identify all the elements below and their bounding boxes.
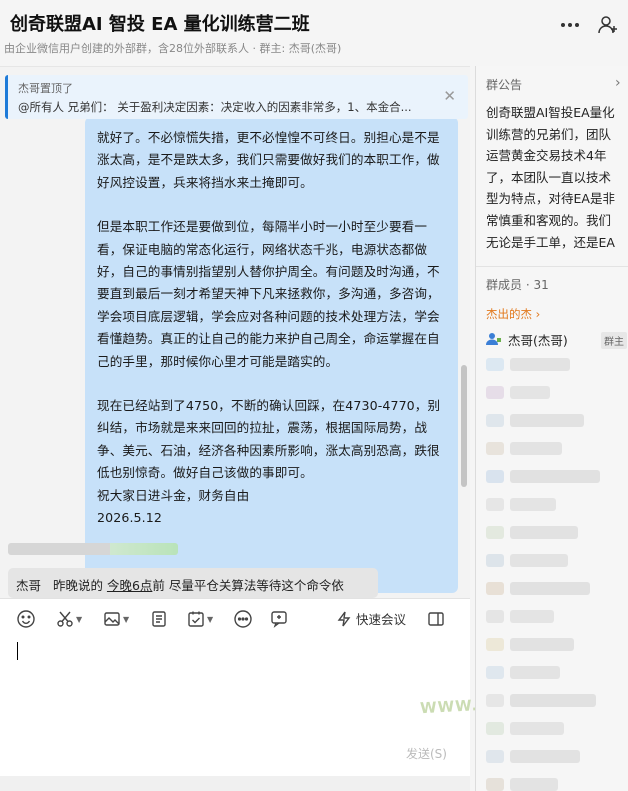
chat-area: 杰哥置顶了 @所有人 兄弟们： 关于盈利决定因素：决定收入的因素非常多，1、本金… <box>0 66 470 598</box>
message-date: 2026.5.12 <box>97 510 162 526</box>
input-toolbar: ▼ ▼ ▼ 快速会议 <box>0 599 470 639</box>
group-title: 创奇联盟AI 智投 EA 量化训练营二班 <box>10 14 310 35</box>
message-paragraph: 就好了。不必惊慌失措，更不必惶惶不可终日。别担心是不是涨太高，是不是跌太多，我们… <box>97 130 440 190</box>
blurred-sender-line <box>8 543 178 555</box>
chevron-right-icon[interactable]: › <box>615 75 621 91</box>
sidebar-toggle-icon[interactable] <box>427 609 445 629</box>
emoji-icon[interactable] <box>16 609 36 629</box>
message-paragraph: 现在已经站到了4750，不断的确认回踩，在4730-4770，别纠结，市场就是来… <box>97 398 441 481</box>
pinned-author: 杰哥置顶了 <box>18 82 73 95</box>
input-area: ▼ ▼ ▼ 快速会议 发送(S) <box>0 598 470 776</box>
send-button[interactable]: 发送(S) <box>406 745 447 762</box>
quick-meeting-button[interactable]: 快速会议 <box>336 609 406 628</box>
group-subtitle: 由企业微信用户创建的外部群，含28位外部联系人 · 群主: 杰哥(杰哥) <box>4 42 342 55</box>
user-icon <box>486 331 502 351</box>
todo-icon[interactable]: ▼ <box>187 609 213 629</box>
reply-author: 杰哥 <box>16 578 42 593</box>
quick-meeting-label: 快速会议 <box>356 612 407 627</box>
reply-text-after: 前 尽量平仓关算法等待这个命令依 <box>152 578 344 593</box>
message-bubble: 就好了。不必惊慌失措，更不必惶惶不可终日。别担心是不是涨太高，是不是跌太多，我们… <box>85 117 458 593</box>
reply-text: 杰哥 昨晚说的 今晚6点前 尽量平仓关算法等待这个命令依 <box>16 575 344 594</box>
chat-header: 创奇联盟AI 智投 EA 量化训练营二班 由企业微信用户创建的外部群，含28位外… <box>0 0 628 66</box>
chat-scrollbar[interactable] <box>461 365 467 487</box>
message-paragraph: 但是本职工作还是要做到位，每隔半小时一小时至少要看一看，保证电脑的常态化运行，网… <box>97 219 440 369</box>
message-input[interactable] <box>12 639 458 739</box>
announcement-title: 群公告 <box>486 78 523 92</box>
right-sidebar: 群公告 › 创奇联盟AI智投EA量化训练营的兄弟们，团队运营黄金交易技术4年了，… <box>476 66 628 791</box>
pinned-text: @所有人 兄弟们： 关于盈利决定因素：决定收入的因素非常多，1、本金合... <box>18 100 412 114</box>
reply-preview[interactable]: 杰哥 昨晚说的 今晚6点前 尽量平仓关算法等待这个命令依 <box>8 568 378 598</box>
screenshot-icon[interactable]: ▼ <box>56 609 82 629</box>
more-icon[interactable] <box>557 12 583 38</box>
members-title: 群成员 · 31 <box>486 278 549 292</box>
announcement-text[interactable]: 创奇联盟AI智投EA量化训练营的兄弟们，团队运营黄金交易技术4年了，本团队一直以… <box>486 102 622 254</box>
reply-text-before: 昨晚说的 <box>52 578 103 593</box>
close-icon[interactable]: ✕ <box>443 87 456 105</box>
message-bubble-icon[interactable] <box>270 609 288 629</box>
member-owner[interactable]: 杰哥(杰哥) 群主 <box>486 328 627 351</box>
sidebar-separator <box>476 266 628 267</box>
member-name: 杰哥(杰哥) <box>508 333 568 348</box>
bottom-strip <box>0 776 470 791</box>
member-link[interactable]: 杰出的杰 › <box>486 306 540 322</box>
message-sign: 祝大家日进斗金，财务自由 <box>97 487 250 503</box>
add-member-icon[interactable] <box>595 12 621 38</box>
text-cursor <box>17 642 18 660</box>
image-icon[interactable]: ▼ <box>103 609 129 629</box>
pinned-message[interactable]: 杰哥置顶了 @所有人 兄弟们： 关于盈利决定因素：决定收入的因素非常多，1、本金… <box>5 75 468 119</box>
owner-badge: 群主 <box>601 332 627 349</box>
blurred-member-list <box>486 356 624 791</box>
reply-time-link[interactable]: 今晚6点 <box>107 578 152 593</box>
document-icon[interactable] <box>150 609 168 629</box>
more-options-icon[interactable] <box>233 609 253 629</box>
